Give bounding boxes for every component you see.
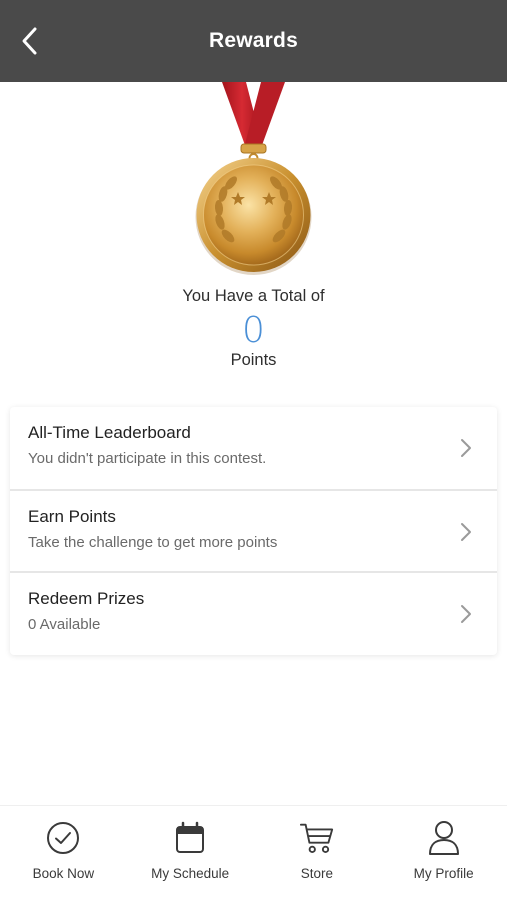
check-circle-icon	[47, 822, 80, 854]
row-title: Redeem Prizes	[28, 589, 145, 608]
nav-label: Store	[300, 866, 334, 881]
user-icon	[428, 821, 459, 855]
nav-book-now[interactable]: Book Now	[0, 806, 127, 900]
rewards-menu: All-Time Leaderboard You didn't particip…	[10, 407, 497, 655]
leaderboard-row[interactable]: All-Time Leaderboard You didn't particip…	[10, 407, 497, 489]
points-label: Points	[230, 351, 277, 369]
back-button[interactable]	[14, 24, 46, 58]
points-value: 0	[242, 310, 265, 351]
chevron-left-icon	[22, 27, 37, 55]
page-title: Rewards	[209, 29, 298, 52]
chevron-right-icon	[461, 605, 471, 623]
rewards-screen: Rewards You Have a Total of 0 Points All…	[0, 0, 507, 900]
nav-label: Book Now	[32, 866, 95, 881]
nav-store[interactable]: Store	[254, 806, 381, 900]
row-subtitle: Take the challenge to get more points	[28, 534, 278, 551]
medal-image	[190, 82, 317, 282]
top-bar: Rewards	[0, 0, 507, 82]
row-title: Earn Points	[28, 507, 116, 526]
cart-icon	[299, 823, 333, 853]
row-subtitle: 0 Available	[28, 616, 101, 633]
row-subtitle: You didn't participate in this contest.	[28, 450, 267, 467]
medal-icon	[195, 82, 312, 275]
nav-label: My Schedule	[151, 866, 230, 881]
chevron-right-icon	[461, 439, 471, 457]
earn-points-row[interactable]: Earn Points Take the challenge to get mo…	[10, 489, 497, 571]
chevron-right-icon	[461, 523, 471, 541]
nav-my-profile[interactable]: My Profile	[380, 806, 507, 900]
redeem-prizes-row[interactable]: Redeem Prizes 0 Available	[10, 571, 497, 653]
total-label: You Have a Total of	[182, 287, 325, 305]
row-title: All-Time Leaderboard	[28, 423, 191, 442]
nav-my-schedule[interactable]: My Schedule	[127, 806, 254, 900]
nav-label: My Profile	[413, 866, 474, 881]
bottom-nav: Book Now My Schedule Store My Profile	[0, 805, 507, 900]
calendar-icon	[176, 821, 205, 853]
